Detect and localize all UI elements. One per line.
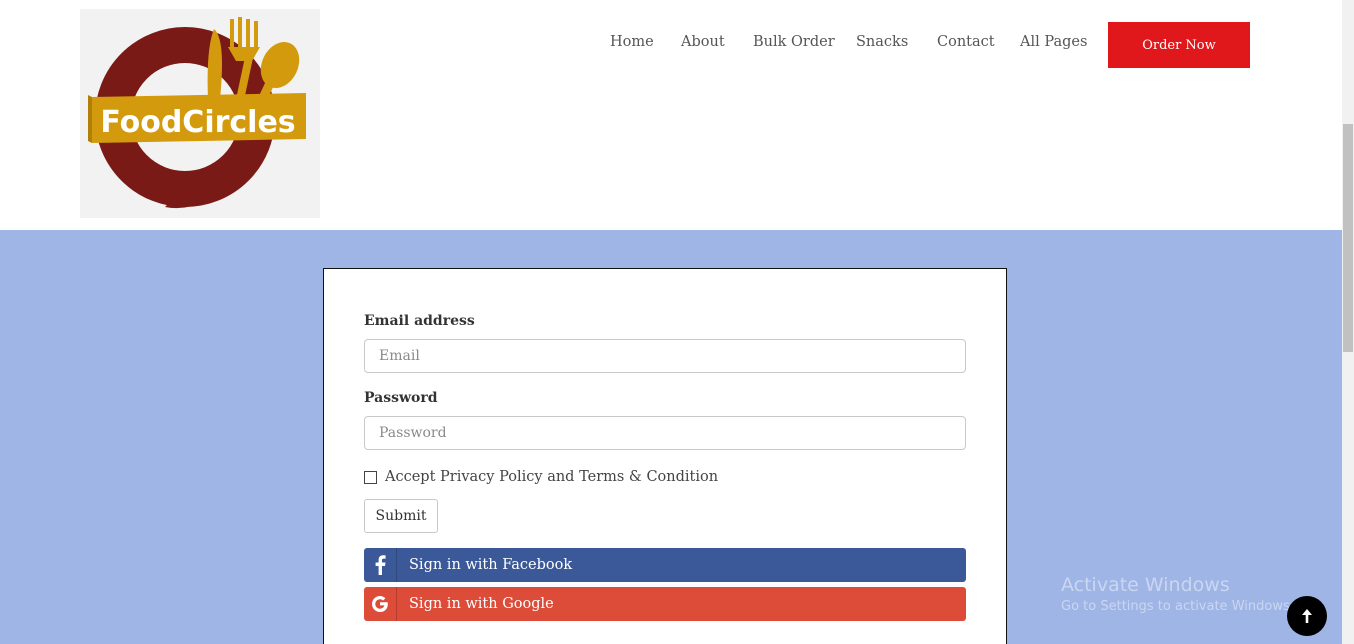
activate-windows-title: Activate Windows: [1061, 574, 1230, 596]
page-scrollbar[interactable]: [1342, 0, 1354, 644]
nav-snacks[interactable]: Snacks: [856, 34, 908, 50]
submit-button[interactable]: Submit: [364, 499, 438, 533]
logo-wordmark: FoodCircles: [100, 105, 295, 140]
password-label: Password: [364, 390, 438, 406]
login-card: Email address Password Accept Privacy Po…: [323, 268, 1007, 644]
logo-graphic: FoodCircles: [88, 17, 306, 209]
order-now-button[interactable]: Order Now: [1108, 22, 1250, 68]
facebook-signin-button[interactable]: Sign in with Facebook: [364, 548, 966, 582]
foodcircles-logo[interactable]: FoodCircles: [80, 9, 320, 218]
nav-about[interactable]: About: [681, 34, 725, 50]
activate-windows-subtitle: Go to Settings to activate Windows.: [1061, 599, 1294, 614]
accept-terms-label: Accept Privacy Policy and Terms & Condit…: [385, 469, 719, 485]
accept-terms-checkbox[interactable]: [364, 470, 377, 484]
accept-terms-row: Accept Privacy Policy and Terms & Condit…: [364, 469, 718, 485]
password-field[interactable]: [364, 416, 966, 450]
nav-all-pages[interactable]: All Pages: [1020, 34, 1087, 50]
email-field[interactable]: [364, 339, 966, 373]
google-signin-label: Sign in with Google: [409, 596, 554, 612]
nav-bulk-order[interactable]: Bulk Order: [753, 34, 835, 50]
back-to-top-button[interactable]: [1287, 596, 1327, 636]
google-signin-button[interactable]: Sign in with Google: [364, 587, 966, 621]
arrow-up-icon: [1302, 609, 1312, 623]
scrollbar-thumb[interactable]: [1343, 124, 1353, 352]
nav-contact[interactable]: Contact: [937, 34, 995, 50]
facebook-icon: [364, 548, 397, 582]
facebook-signin-label: Sign in with Facebook: [409, 557, 573, 573]
nav-home[interactable]: Home: [610, 34, 654, 50]
google-icon: [364, 587, 397, 621]
site-header: FoodCircles Home About Bulk Order Snacks…: [0, 0, 1342, 230]
email-label: Email address: [364, 313, 475, 329]
